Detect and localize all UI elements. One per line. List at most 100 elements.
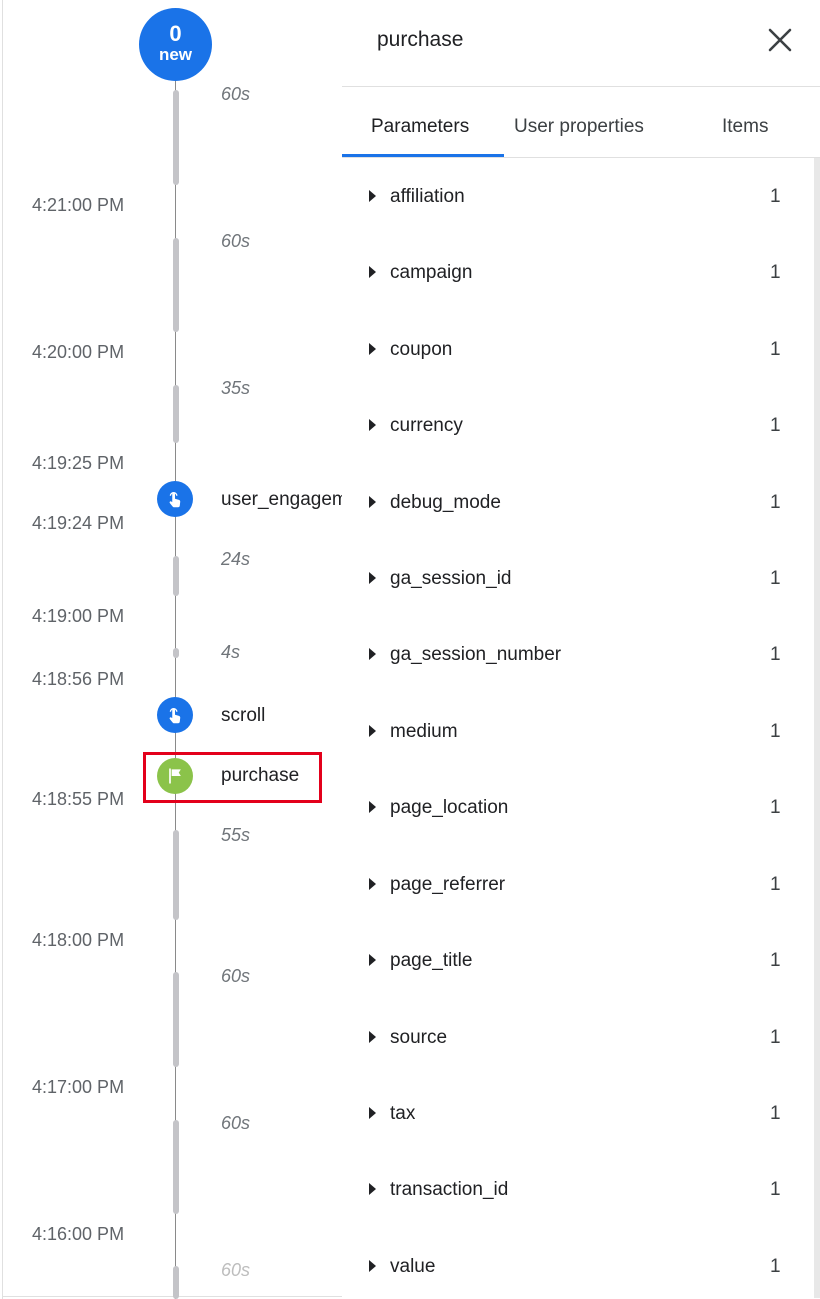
expand-caret-icon[interactable]: [369, 878, 376, 890]
timeline-segment: [173, 556, 179, 596]
expand-caret-icon[interactable]: [369, 1260, 376, 1272]
header-divider: [342, 86, 820, 87]
parameter-count: 1: [770, 950, 781, 971]
timestamp: 4:19:00 PM: [32, 606, 125, 626]
timestamp: 4:16:00 PM: [32, 1224, 125, 1244]
timeline-segment: [173, 1120, 179, 1214]
parameter-row-campaign[interactable]: campaign 1: [342, 256, 802, 296]
parameter-row-page-location[interactable]: page_location 1: [342, 791, 802, 831]
timeline-segment: [173, 972, 179, 1067]
expand-caret-icon[interactable]: [369, 1031, 376, 1043]
expand-caret-icon[interactable]: [369, 954, 376, 966]
parameter-count: 1: [770, 874, 781, 895]
timeline-segment: [173, 90, 179, 185]
debug-timeline: 0 new 4:21:00 PM 4:20:00 PM 4:19:25 PM 4…: [0, 0, 342, 1299]
expand-caret-icon[interactable]: [369, 1183, 376, 1195]
parameter-name: tax: [390, 1103, 416, 1124]
expand-caret-icon[interactable]: [369, 190, 376, 202]
parameter-name: page_referrer: [390, 874, 506, 895]
timestamp: 4:19:25 PM: [32, 453, 125, 473]
scrollbar[interactable]: [814, 158, 820, 1298]
selected-event-highlight: [143, 752, 322, 803]
timeline-segment: [173, 830, 179, 920]
expand-caret-icon[interactable]: [369, 496, 376, 508]
close-icon: [768, 28, 792, 52]
expand-caret-icon[interactable]: [369, 343, 376, 355]
timeline-segment: [173, 238, 179, 332]
timeline-segment: [173, 1266, 179, 1299]
parameter-name: coupon: [390, 339, 453, 360]
parameter-row-ga-session-id[interactable]: ga_session_id 1: [342, 562, 802, 602]
parameter-count: 1: [770, 568, 781, 589]
event-label-user-engagement[interactable]: user_engagement: [221, 489, 342, 511]
timestamp: 4:21:00 PM: [32, 195, 125, 215]
parameter-row-debug-mode[interactable]: debug_mode 1: [342, 486, 802, 526]
new-events-label: new: [158, 45, 193, 64]
parameter-count: 1: [770, 1103, 781, 1124]
parameter-row-coupon[interactable]: coupon 1: [342, 333, 802, 373]
parameter-row-medium[interactable]: medium 1: [342, 715, 802, 755]
tab-parameters[interactable]: Parameters: [371, 116, 469, 138]
tab-user-properties[interactable]: User properties: [514, 116, 644, 138]
parameter-count: 1: [770, 1179, 781, 1200]
duration-label: 24s: [221, 549, 251, 569]
parameter-count: 1: [770, 186, 781, 207]
duration-label: 4s: [221, 642, 241, 662]
parameter-row-page-referrer[interactable]: page_referrer 1: [342, 868, 802, 908]
parameter-row-currency[interactable]: currency 1: [342, 409, 802, 449]
event-icon-scroll[interactable]: [157, 697, 193, 733]
parameter-count: 1: [770, 1256, 781, 1277]
parameter-name: ga_session_number: [390, 644, 562, 665]
parameter-count: 1: [770, 339, 781, 360]
parameter-count: 1: [770, 797, 781, 818]
parameter-name: currency: [390, 415, 463, 436]
parameter-name: debug_mode: [390, 492, 501, 513]
parameter-name: medium: [390, 721, 458, 742]
parameter-row-affiliation[interactable]: affiliation 1: [342, 180, 802, 220]
parameter-count: 1: [770, 1027, 781, 1048]
parameter-name: source: [390, 1027, 448, 1048]
expand-caret-icon[interactable]: [369, 801, 376, 813]
parameter-row-transaction-id[interactable]: transaction_id 1: [342, 1173, 802, 1213]
parameter-row-ga-session-number[interactable]: ga_session_number 1: [342, 638, 802, 678]
expand-caret-icon[interactable]: [369, 725, 376, 737]
close-button[interactable]: [766, 26, 794, 54]
expand-caret-icon[interactable]: [369, 648, 376, 660]
parameter-count: 1: [770, 721, 781, 742]
timestamp: 4:19:24 PM: [32, 513, 125, 533]
parameter-row-tax[interactable]: tax 1: [342, 1097, 802, 1137]
parameter-name: affiliation: [390, 186, 465, 207]
parameter-count: 1: [770, 492, 781, 513]
parameter-name: transaction_id: [390, 1179, 509, 1200]
parameter-name: page_location: [390, 797, 509, 818]
panel-title: purchase: [377, 28, 464, 51]
new-events-count: 0: [169, 21, 182, 46]
parameter-row-page-title[interactable]: page_title 1: [342, 944, 802, 984]
parameter-count: 1: [770, 415, 781, 436]
duration-label: 35s: [221, 378, 251, 398]
new-events-badge[interactable]: 0 new: [139, 8, 212, 81]
duration-label: 55s: [221, 825, 251, 845]
parameter-name: campaign: [390, 262, 473, 283]
duration-label: 60s: [221, 1113, 251, 1133]
timeline-segment: [173, 385, 179, 443]
duration-label: 60s: [221, 231, 251, 251]
duration-label: 60s: [221, 1260, 251, 1280]
timeline-segment: [173, 648, 179, 658]
expand-caret-icon[interactable]: [369, 419, 376, 431]
expand-caret-icon[interactable]: [369, 266, 376, 278]
parameter-count: 1: [770, 262, 781, 283]
timestamp: 4:17:00 PM: [32, 1077, 125, 1097]
tab-items[interactable]: Items: [722, 116, 768, 138]
parameter-row-value[interactable]: value 1: [342, 1250, 802, 1290]
timestamp: 4:18:56 PM: [32, 669, 125, 689]
event-label-scroll[interactable]: scroll: [221, 705, 342, 727]
expand-caret-icon[interactable]: [369, 572, 376, 584]
duration-label: 60s: [221, 84, 251, 104]
event-icon-user-engagement[interactable]: [157, 481, 193, 517]
parameter-row-source[interactable]: source 1: [342, 1021, 802, 1061]
touch-icon: [169, 492, 181, 508]
parameter-name: value: [390, 1256, 436, 1277]
tabs-divider: [342, 157, 820, 158]
expand-caret-icon[interactable]: [369, 1107, 376, 1119]
